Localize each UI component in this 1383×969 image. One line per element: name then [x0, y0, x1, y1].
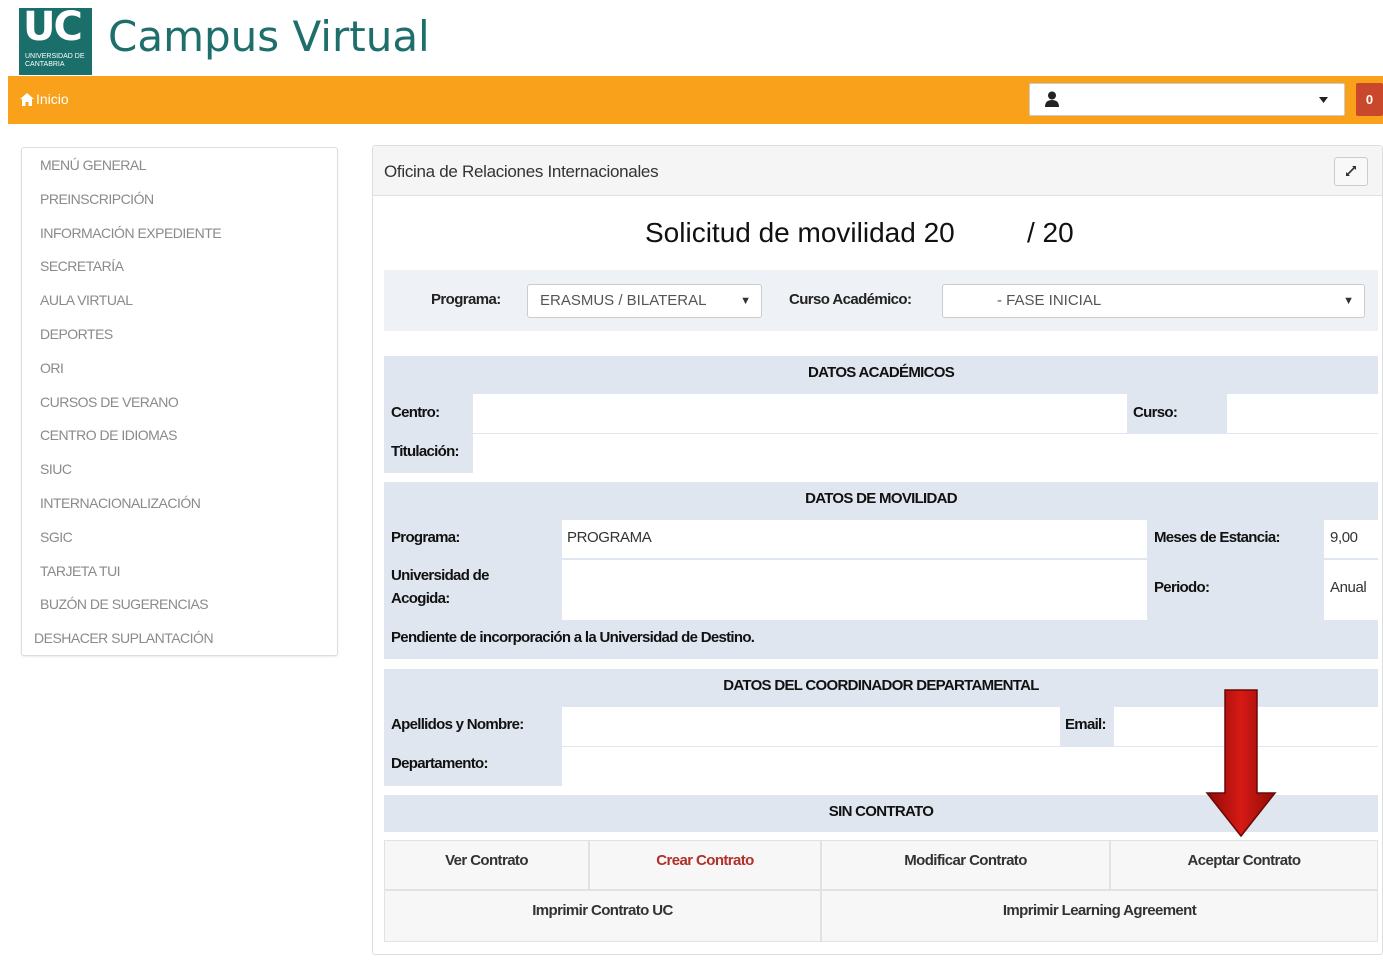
sidebar-item-cursos-de-verano[interactable]: CURSOS DE VERANO — [22, 385, 337, 419]
aceptar-contrato-button[interactable]: Aceptar Contrato — [1110, 840, 1378, 890]
programa-filter-label: Programa: — [431, 291, 501, 308]
home-icon — [20, 92, 34, 106]
sidebar-item-ori[interactable]: ORI — [22, 351, 337, 385]
sidebar-item-secretaria[interactable]: SECRETARÍA — [22, 249, 337, 283]
chevron-down-icon: ▼ — [740, 295, 751, 307]
home-label: Inicio — [36, 91, 69, 107]
email-label: Email: — [1065, 716, 1107, 733]
curso-academico-label: Curso Académico: — [789, 291, 912, 308]
logo-text: UC — [23, 4, 83, 50]
movilidad-programa-label: Programa: — [391, 529, 460, 546]
ver-contrato-button[interactable]: Ver Contrato — [384, 840, 589, 890]
centro-value — [473, 394, 1127, 433]
datos-movilidad-title: DATOS DE MOVILIDAD — [805, 490, 958, 507]
uc-logo[interactable]: UC UNIVERSIDAD DE CANTABRIA — [19, 4, 92, 75]
departamento-label: Departamento: — [391, 755, 488, 772]
datos-academicos-title: DATOS ACADÉMICOS — [807, 364, 955, 381]
periodo-label: Periodo: — [1154, 579, 1210, 596]
sidebar-item-sgic[interactable]: SGIC — [22, 520, 337, 554]
apellidos-nombre-value — [562, 707, 1060, 746]
status-note: Pendiente de incorporación a la Universi… — [391, 629, 755, 646]
universidad-label-line2: Acogida: — [391, 590, 450, 607]
sidebar-item-siuc[interactable]: SIUC — [22, 452, 337, 486]
user-icon — [1045, 91, 1059, 107]
universidad-acogida-value — [562, 560, 1147, 620]
panel-header: Oficina de Relaciones Internacionales — [373, 146, 1382, 196]
user-menu-select[interactable] — [1029, 83, 1345, 116]
sidebar-item-menu-general[interactable]: MENÚ GENERAL — [22, 148, 337, 182]
datos-academicos-section: DATOS ACADÉMICOS Centro: Curso: Titulaci… — [384, 356, 1378, 473]
chevron-down-icon: ▼ — [1343, 295, 1354, 307]
titulacion-value — [473, 434, 1378, 473]
sidebar-item-informacion-expediente[interactable]: INFORMACIÓN EXPEDIENTE — [22, 216, 337, 250]
sidebar-item-internacionalizacion[interactable]: INTERNACIONALIZACIÓN — [22, 486, 337, 520]
sidebar-item-centro-de-idiomas[interactable]: CENTRO DE IDIOMAS — [22, 418, 337, 452]
periodo-value: Anual — [1324, 560, 1378, 620]
chevron-down-icon — [1319, 97, 1328, 103]
sidebar-item-buzon-de-sugerencias[interactable]: BUZÓN DE SUGERENCIAS — [22, 587, 337, 621]
programa-select[interactable]: ERASMUS / BILATERAL ▼ — [527, 284, 762, 318]
modificar-contrato-button[interactable]: Modificar Contrato — [821, 840, 1110, 890]
apellidos-nombre-label: Apellidos y Nombre: — [391, 716, 524, 733]
expand-icon — [1346, 166, 1356, 176]
site-title: Campus Virtual — [108, 12, 430, 61]
crear-contrato-button[interactable]: Crear Contrato — [589, 840, 821, 890]
sidebar-item-aula-virtual[interactable]: AULA VIRTUAL — [22, 283, 337, 317]
sidebar-item-tarjeta-tui[interactable]: TARJETA TUI — [22, 554, 337, 588]
sidebar-item-deportes[interactable]: DEPORTES — [22, 317, 337, 351]
imprimir-learning-agreement-button[interactable]: Imprimir Learning Agreement — [821, 890, 1378, 942]
notification-badge[interactable]: 0 — [1356, 83, 1383, 116]
curso-academico-select[interactable]: - FASE INICIAL ▼ — [942, 284, 1365, 318]
page-heading-part2: / 20 — [1027, 217, 1074, 248]
imprimir-contrato-uc-button[interactable]: Imprimir Contrato UC — [384, 890, 821, 942]
curso-value — [1227, 394, 1378, 433]
sidebar-item-preinscripcion[interactable]: PREINSCRIPCIÓN — [22, 182, 337, 216]
home-link[interactable]: Inicio — [20, 91, 69, 107]
down-arrow-icon — [1205, 689, 1277, 838]
meses-estancia-value: 9,00 — [1324, 520, 1378, 558]
movilidad-programa-value: PROGRAMA — [562, 520, 1147, 558]
expand-button[interactable] — [1334, 157, 1368, 186]
meses-estancia-label: Meses de Estancia: — [1154, 529, 1281, 546]
sidebar-item-deshacer-suplantacion[interactable]: DESHACER SUPLANTACIÓN — [22, 621, 337, 655]
centro-label: Centro: — [391, 404, 440, 421]
sidebar-menu: MENÚ GENERAL PREINSCRIPCIÓN INFORMACIÓN … — [21, 147, 338, 656]
programa-select-value: ERASMUS / BILATERAL — [540, 292, 707, 309]
titulacion-label: Titulación: — [391, 443, 460, 460]
logo-subtext: UNIVERSIDAD DE CANTABRIA — [25, 53, 85, 68]
curso-label: Curso: — [1133, 404, 1178, 421]
page-heading-part1: Solicitud de movilidad 20 — [645, 217, 955, 248]
datos-movilidad-section: DATOS DE MOVILIDAD Programa: PROGRAMA Me… — [384, 482, 1378, 659]
universidad-label-line1: Universidad de — [391, 567, 489, 584]
curso-select-value: - FASE INICIAL — [997, 292, 1102, 309]
panel-title: Oficina de Relaciones Internacionales — [384, 162, 659, 181]
